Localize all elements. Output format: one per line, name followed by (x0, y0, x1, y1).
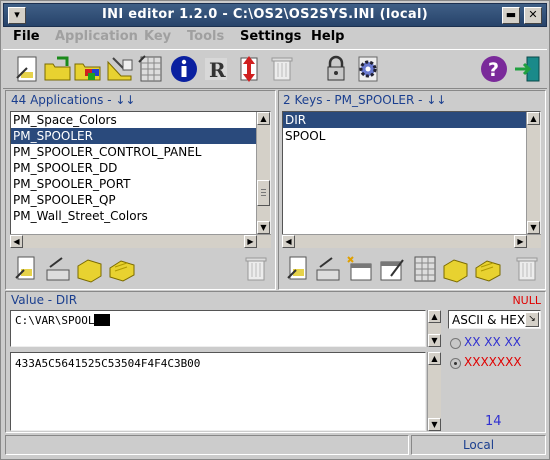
open-color-icon[interactable] (73, 54, 103, 84)
scroll-up-button[interactable]: ▲ (257, 112, 270, 125)
status-mode: Local (411, 435, 546, 455)
ascii-value-text: C:\VAR\SPOOL (15, 314, 95, 327)
applications-header: 44 Applications - ↓↓ (11, 93, 136, 107)
applications-list[interactable]: PM_Space_Colors PM_SPOOLER PM_SPOOLER_CONT… (10, 111, 271, 235)
ascii-scroll-up-button[interactable]: ▲ (428, 310, 441, 323)
applications-hscrollbar[interactable]: ◀ ▶ (10, 234, 271, 248)
hex-scroll-down-button[interactable]: ▼ (428, 418, 441, 431)
delete-application-icon[interactable] (241, 254, 271, 284)
keys-list[interactable]: DIR SPOOL ▲ ▼ (282, 111, 541, 235)
keys-scrollbar[interactable]: ▲ ▼ (526, 112, 540, 234)
svg-text:?: ? (488, 59, 499, 81)
new-value-icon[interactable] (345, 254, 375, 284)
exit-icon[interactable] (513, 54, 543, 84)
scroll-thumb[interactable] (257, 180, 270, 206)
add-application-icon[interactable] (12, 254, 42, 284)
delete-key-icon[interactable] (512, 254, 542, 284)
keys-scroll-left-button[interactable]: ◀ (282, 235, 295, 248)
menu-bar: File Application Key Tools Settings Help (3, 28, 547, 48)
open-folder-icon[interactable] (43, 54, 73, 84)
add-key-icon[interactable] (284, 254, 314, 284)
title-bar[interactable]: ▾ INI editor 1.2.0 - C:\OS2\OS2SYS.INI (… (3, 3, 547, 27)
format-dropdown-arrow-icon[interactable]: ↘ (525, 312, 539, 327)
ini-editor-window: ▾ INI editor 1.2.0 - C:\OS2\OS2SYS.INI (… (0, 0, 550, 460)
application-list-item[interactable]: PM_SPOOLER_PORT (11, 176, 270, 192)
scroll-down-button[interactable]: ▼ (257, 221, 270, 234)
application-list-item[interactable]: PM_Wall_Street_Colors (11, 208, 270, 224)
rename-application-icon[interactable] (44, 254, 74, 284)
new-ini-icon[interactable] (13, 54, 43, 84)
format-dropdown[interactable]: ASCII & HEX ↘ (448, 310, 541, 329)
minimize-icon: ▬ (505, 8, 517, 21)
key-grid-icon[interactable] (411, 254, 441, 284)
edit-value-icon[interactable] (377, 254, 407, 284)
key-list-item[interactable]: SPOOL (283, 128, 540, 144)
ascii-scroll-down-button[interactable]: ▼ (428, 334, 441, 347)
key-list-item[interactable]: DIR (283, 112, 540, 128)
help-icon[interactable]: ? (479, 54, 509, 84)
menu-tools[interactable]: Tools (187, 29, 224, 44)
application-list-item[interactable]: PM_SPOOLER_DD (11, 160, 270, 176)
application-list-item[interactable]: PM_SPOOLER_CONTROL_PANEL (11, 144, 270, 160)
menu-key[interactable]: Key (144, 29, 171, 44)
menu-application[interactable]: Application (55, 29, 138, 44)
keys-scroll-right-button[interactable]: ▶ (514, 235, 527, 248)
hex-scroll-up-button[interactable]: ▲ (428, 352, 441, 365)
close-button[interactable]: ✕ (524, 7, 542, 24)
application-list-item[interactable]: PM_Space_Colors (11, 112, 270, 128)
scroll-right-button[interactable]: ▶ (244, 235, 257, 248)
scroll-left-button[interactable]: ◀ (10, 235, 23, 248)
menu-file[interactable]: File (13, 29, 40, 44)
keys-scroll-up-button[interactable]: ▲ (527, 112, 540, 125)
keys-scroll-down-button[interactable]: ▼ (527, 221, 540, 234)
application-list-item[interactable]: PM_SPOOLER_QP (11, 192, 270, 208)
rename-key-icon[interactable] (314, 254, 344, 284)
text-cursor (94, 314, 111, 326)
trash-icon[interactable] (267, 54, 297, 84)
window-title: INI editor 1.2.0 - C:\OS2\OS2SYS.INI (lo… (102, 7, 428, 22)
minimize-button[interactable]: ▬ (502, 7, 520, 24)
applications-scrollbar[interactable]: ▲ ▼ (256, 112, 270, 234)
hex-scrollbar[interactable]: ▲ ▼ (427, 352, 441, 431)
format-dropdown-value: ASCII & HEX (452, 313, 526, 327)
settings-cog-icon[interactable] (353, 54, 383, 84)
toolbar: R ? (3, 49, 547, 89)
copy-key-icon[interactable] (441, 254, 471, 284)
lock-icon[interactable] (321, 54, 351, 84)
hex-value-field[interactable]: 433A5C5641525C53504F4F4C3B00 (10, 352, 426, 431)
registry-icon[interactable]: R (201, 54, 231, 84)
hex-value-text: 433A5C5641525C53504F4F4C3B00 (15, 357, 201, 370)
copy-application-icon[interactable] (75, 254, 105, 284)
close-icon: ✕ (528, 8, 538, 21)
grid-icon[interactable] (137, 54, 167, 84)
hex-compact-radio[interactable] (450, 358, 461, 369)
menu-settings[interactable]: Settings (240, 29, 301, 44)
ascii-value-field[interactable]: C:\VAR\SPOOL (10, 310, 426, 347)
paste-key-icon[interactable] (473, 254, 503, 284)
hex-compact-label[interactable]: XXXXXXX (464, 355, 522, 369)
menu-help[interactable]: Help (311, 29, 344, 44)
hex-spaced-label[interactable]: XX XX XX (464, 335, 521, 349)
system-menu-button[interactable]: ▾ (8, 7, 26, 24)
keys-hscrollbar[interactable]: ◀ ▶ (282, 234, 541, 248)
edit-icon[interactable] (105, 54, 135, 84)
refresh-icon[interactable] (235, 54, 265, 84)
value-header: Value - DIR (11, 293, 78, 307)
ascii-scrollbar[interactable]: ▲ ▼ (427, 310, 441, 347)
status-message (5, 435, 409, 455)
hex-spaced-radio[interactable] (450, 338, 461, 349)
paste-application-icon[interactable] (107, 254, 137, 284)
application-list-item[interactable]: PM_SPOOLER (11, 128, 270, 144)
keys-header: 2 Keys - PM_SPOOLER - ↓↓ (283, 93, 447, 107)
value-length: 14 (485, 414, 502, 429)
null-indicator: NULL (512, 294, 541, 307)
system-menu-icon: ▾ (14, 8, 20, 21)
svg-text:R: R (209, 58, 226, 82)
info-icon[interactable] (169, 54, 199, 84)
